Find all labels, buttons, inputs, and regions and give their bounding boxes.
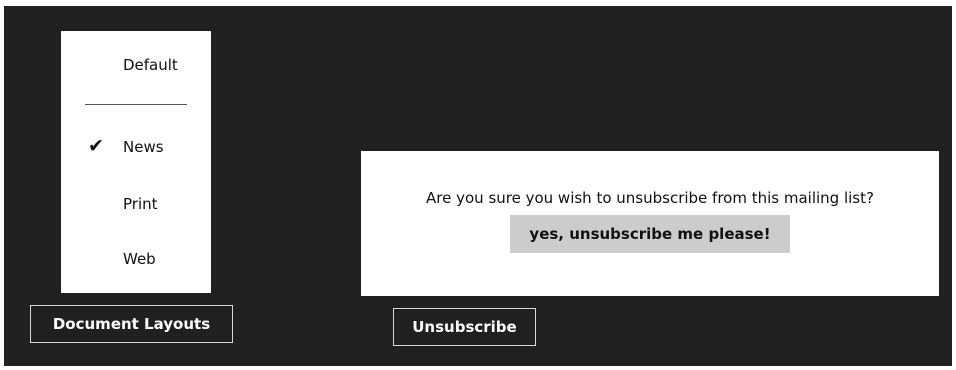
- menu-item-label: Default: [123, 56, 178, 74]
- unsubscribe-button[interactable]: Unsubscribe: [393, 308, 536, 346]
- menu-item-web[interactable]: Web: [61, 245, 211, 275]
- unsubscribe-flyout: Are you sure you wish to unsubscribe fro…: [361, 151, 939, 296]
- confirm-unsubscribe-button[interactable]: yes, unsubscribe me please!: [510, 215, 790, 253]
- confirmation-message: Are you sure you wish to unsubscribe fro…: [426, 189, 874, 207]
- checkmark-icon: ✔: [88, 135, 104, 157]
- menu-separator: [85, 104, 187, 105]
- document-layouts-menu: Default ✔ News Print Web: [61, 31, 211, 293]
- document-layouts-button[interactable]: Document Layouts: [30, 305, 233, 343]
- menu-item-default[interactable]: Default: [61, 51, 211, 81]
- app-canvas: Default ✔ News Print Web Document Layout…: [4, 6, 952, 366]
- menu-item-label: Print: [123, 195, 158, 213]
- menu-item-print[interactable]: Print: [61, 190, 211, 220]
- menu-item-label: Web: [123, 250, 156, 268]
- menu-item-label: News: [123, 138, 164, 156]
- menu-item-news[interactable]: ✔ News: [61, 133, 211, 163]
